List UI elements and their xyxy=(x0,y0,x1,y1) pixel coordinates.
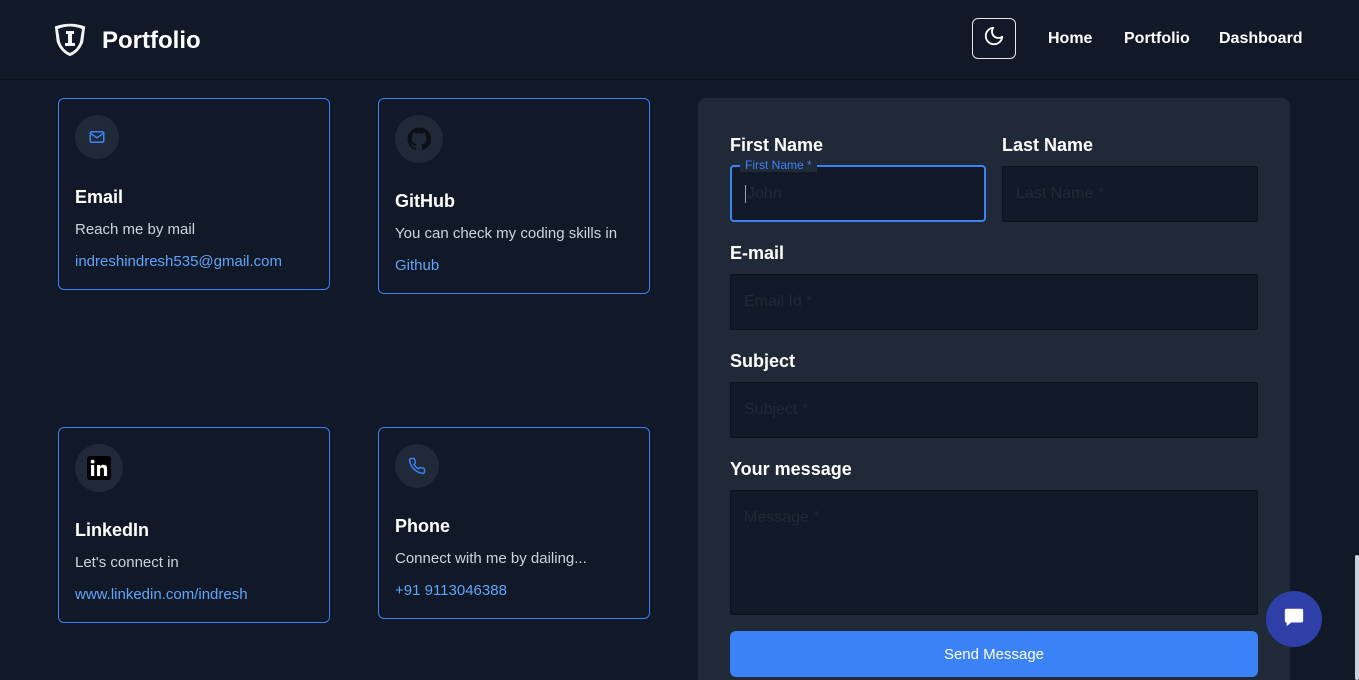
linkedin-icon xyxy=(75,444,123,492)
card-description: Let's connect in xyxy=(75,554,179,571)
chat-button[interactable] xyxy=(1266,591,1322,647)
card-title: GitHub xyxy=(395,191,455,211)
phone-card: Phone Connect with me by dailing... +91 … xyxy=(378,427,650,619)
theme-toggle-button[interactable] xyxy=(972,18,1016,59)
phone-link[interactable]: +91 9113046388 xyxy=(395,582,507,599)
page-scrollbar[interactable] xyxy=(1355,555,1359,680)
card-title: Email xyxy=(75,187,124,207)
text-cursor xyxy=(745,184,746,203)
nav-portfolio-link[interactable]: Portfolio xyxy=(1124,30,1190,48)
email-placeholder: Email Id * xyxy=(744,293,813,310)
first-name-label: First Name xyxy=(730,135,824,155)
first-name-floating-label: First Name * xyxy=(740,158,817,172)
mail-icon xyxy=(75,115,119,159)
message-textarea[interactable]: Message * xyxy=(730,490,1258,615)
linkedin-link[interactable]: www.linkedin.com/indresh xyxy=(75,586,248,603)
first-name-input[interactable]: First Name * John xyxy=(730,158,986,222)
email-input[interactable]: Email Id * xyxy=(730,274,1258,330)
card-description: Connect with me by dailing... xyxy=(395,550,587,567)
email-card: Email Reach me by mail indreshindresh535… xyxy=(58,98,330,290)
top-navbar: Portfolio Home Portfolio Dashboard xyxy=(0,0,1359,80)
email-link[interactable]: indreshindresh535@gmail.com xyxy=(75,253,282,270)
subject-placeholder: Subject * xyxy=(744,401,809,418)
send-message-button[interactable]: Send Message xyxy=(730,631,1258,677)
moon-icon xyxy=(983,25,1005,52)
github-icon xyxy=(395,115,443,163)
last-name-input[interactable]: Last Name * xyxy=(1002,166,1258,222)
message-placeholder: Message * xyxy=(744,509,820,526)
nav-home-link[interactable]: Home xyxy=(1048,30,1092,48)
logo-icon[interactable] xyxy=(50,22,90,58)
linkedin-card: LinkedIn Let's connect in www.linkedin.c… xyxy=(58,427,330,623)
last-name-placeholder: Last Name * xyxy=(1016,185,1105,202)
subject-input[interactable]: Subject * xyxy=(730,382,1258,438)
card-title: Phone xyxy=(395,516,451,536)
chat-icon xyxy=(1283,606,1305,633)
subject-label: Subject xyxy=(730,351,796,371)
card-title: LinkedIn xyxy=(75,520,150,540)
first-name-placeholder: John xyxy=(747,184,782,202)
brand-title[interactable]: Portfolio xyxy=(102,27,201,55)
card-description: Reach me by mail xyxy=(75,221,196,238)
last-name-label: Last Name xyxy=(1002,135,1094,155)
nav-dashboard-link[interactable]: Dashboard xyxy=(1219,30,1303,48)
email-label: E-mail xyxy=(730,243,785,263)
github-card: GitHub You can check my coding skills in… xyxy=(378,98,650,294)
github-link[interactable]: Github xyxy=(395,257,439,274)
phone-icon xyxy=(395,444,439,488)
card-description: You can check my coding skills in xyxy=(395,225,618,242)
message-label: Your message xyxy=(730,459,852,479)
